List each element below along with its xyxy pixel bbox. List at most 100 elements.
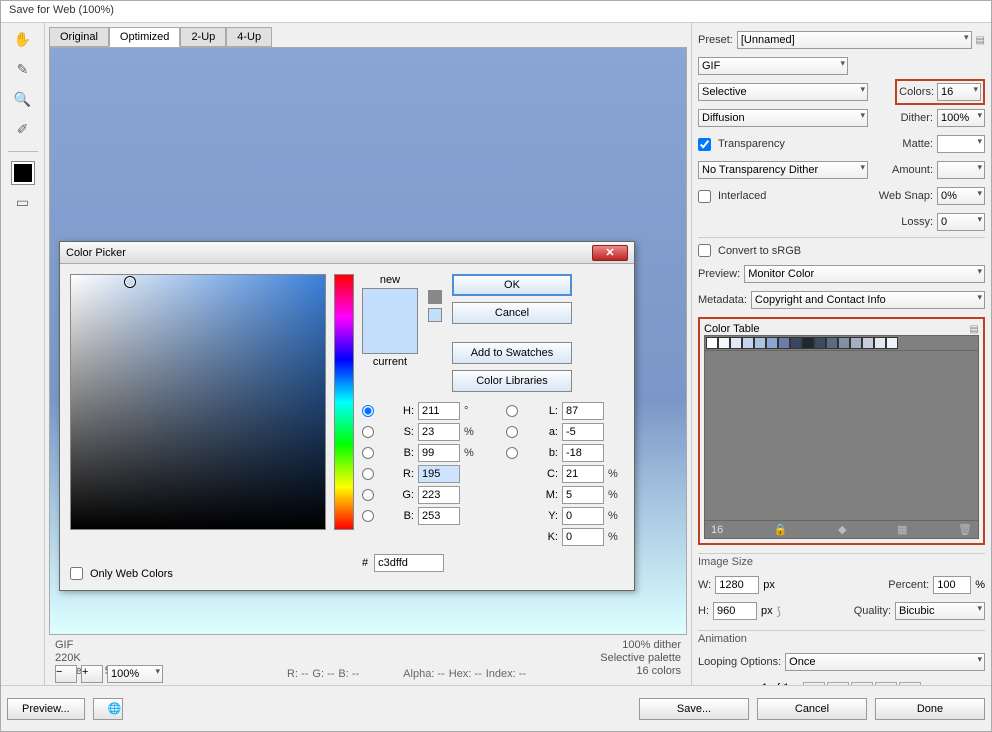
quality-select[interactable] xyxy=(895,602,985,620)
eyedropper-tool[interactable]: ✐ xyxy=(11,117,35,141)
zoom-tool[interactable]: 🔍 xyxy=(11,87,35,111)
loop-select[interactable] xyxy=(785,653,985,671)
matte-label: Matte: xyxy=(902,138,933,150)
dither-method-select[interactable] xyxy=(698,109,868,127)
y-input[interactable] xyxy=(562,507,604,525)
color-marker[interactable] xyxy=(125,277,135,287)
l-radio[interactable] xyxy=(506,405,518,417)
slice-visibility-icon[interactable]: ▭ xyxy=(11,190,35,214)
save-button[interactable]: Save... xyxy=(639,698,749,720)
color-table-swatches[interactable] xyxy=(704,335,979,351)
colors-select[interactable] xyxy=(937,83,981,101)
color-swatch[interactable] xyxy=(802,337,814,349)
only-web-checkbox[interactable] xyxy=(70,567,83,580)
a-radio[interactable] xyxy=(506,426,518,438)
websafe-swatch[interactable] xyxy=(428,308,442,322)
hue-slider[interactable] xyxy=(334,274,354,530)
cancel-button[interactable]: Cancel xyxy=(757,698,867,720)
b-input[interactable] xyxy=(418,507,460,525)
close-button[interactable]: ✕ xyxy=(592,245,628,261)
add-swatches-button[interactable]: Add to Swatches xyxy=(452,342,572,364)
status-dither: 100% dither xyxy=(600,639,681,651)
zoom-select[interactable] xyxy=(107,665,163,683)
cube-icon[interactable] xyxy=(428,290,442,304)
bv-input[interactable] xyxy=(418,444,460,462)
color-swatch[interactable] xyxy=(862,337,874,349)
color-table-menu-icon[interactable]: ▤ xyxy=(970,324,979,335)
s-radio[interactable] xyxy=(362,426,374,438)
c-input[interactable] xyxy=(562,465,604,483)
tab-4up[interactable]: 4-Up xyxy=(226,27,272,47)
color-swatch[interactable] xyxy=(850,337,862,349)
hand-tool[interactable]: ✋ xyxy=(11,27,35,51)
h-radio[interactable] xyxy=(362,405,374,417)
zoom-out-button[interactable]: − xyxy=(55,665,77,683)
srgb-checkbox[interactable] xyxy=(698,244,711,257)
dither-value[interactable] xyxy=(937,109,985,127)
lock-icon[interactable]: 🔒 xyxy=(774,523,788,536)
m-input[interactable] xyxy=(562,486,604,504)
g-input[interactable] xyxy=(418,486,460,504)
color-swatch[interactable] xyxy=(754,337,766,349)
preview-button[interactable]: Preview... xyxy=(7,698,85,720)
slice-tool[interactable]: ✎ xyxy=(11,57,35,81)
lab-b-radio[interactable] xyxy=(506,447,518,459)
color-swatch[interactable] xyxy=(718,337,730,349)
transparency-checkbox[interactable] xyxy=(698,138,711,151)
color-swatch[interactable] xyxy=(790,337,802,349)
color-swatch[interactable] xyxy=(730,337,742,349)
ok-button[interactable]: OK xyxy=(452,274,572,296)
height-input[interactable] xyxy=(713,602,757,620)
link-icon[interactable]: ⟆ xyxy=(777,605,781,618)
k-input[interactable] xyxy=(562,528,604,546)
map-icon[interactable]: ◆ xyxy=(838,523,846,536)
picker-cancel-button[interactable]: Cancel xyxy=(452,302,572,324)
metadata-select[interactable] xyxy=(751,291,985,309)
r-radio[interactable] xyxy=(362,468,374,480)
tab-optimized[interactable]: Optimized xyxy=(109,27,181,47)
l-input[interactable] xyxy=(562,402,604,420)
color-swatch[interactable] xyxy=(778,337,790,349)
color-swatch[interactable] xyxy=(874,337,886,349)
h-input[interactable] xyxy=(418,402,460,420)
trans-dither-select[interactable] xyxy=(698,161,868,179)
websnap-value[interactable] xyxy=(937,187,985,205)
a-input[interactable] xyxy=(562,423,604,441)
saturation-field[interactable] xyxy=(70,274,326,530)
browser-preview-button[interactable]: 🌐 xyxy=(93,698,123,720)
preview-select[interactable] xyxy=(744,265,985,283)
bv-radio[interactable] xyxy=(362,447,374,459)
b-radio[interactable] xyxy=(362,510,374,522)
animation-title: Animation xyxy=(698,630,985,647)
r-input[interactable] xyxy=(418,465,460,483)
interlaced-checkbox[interactable] xyxy=(698,190,711,203)
percent-input[interactable] xyxy=(933,576,971,594)
preset-select[interactable] xyxy=(737,31,972,49)
done-button[interactable]: Done xyxy=(875,698,985,720)
color-swatch[interactable] xyxy=(886,337,898,349)
preset-menu-icon[interactable]: ▤ xyxy=(976,35,985,46)
color-swatch[interactable] xyxy=(706,337,718,349)
hex-input[interactable] xyxy=(374,554,444,572)
g-radio[interactable] xyxy=(362,489,374,501)
tab-2up[interactable]: 2-Up xyxy=(180,27,226,47)
s-input[interactable] xyxy=(418,423,460,441)
matte-select[interactable] xyxy=(937,135,985,153)
lab-b-input[interactable] xyxy=(562,444,604,462)
add-icon[interactable]: ▦ xyxy=(897,523,907,536)
trash-icon[interactable]: 🗑 xyxy=(958,523,972,536)
format-select[interactable] xyxy=(698,57,848,75)
color-swatch[interactable] xyxy=(814,337,826,349)
foreground-swatch[interactable] xyxy=(12,162,34,184)
tab-original[interactable]: Original xyxy=(49,27,109,47)
color-swatch[interactable] xyxy=(742,337,754,349)
zoom-in-button[interactable]: + xyxy=(81,665,103,683)
color-swatch[interactable] xyxy=(826,337,838,349)
width-input[interactable] xyxy=(715,576,759,594)
lossy-value[interactable] xyxy=(937,213,985,231)
color-libraries-button[interactable]: Color Libraries xyxy=(452,370,572,392)
reduction-select[interactable] xyxy=(698,83,868,101)
lossy-label: Lossy: xyxy=(901,216,933,228)
color-swatch[interactable] xyxy=(838,337,850,349)
color-swatch[interactable] xyxy=(766,337,778,349)
